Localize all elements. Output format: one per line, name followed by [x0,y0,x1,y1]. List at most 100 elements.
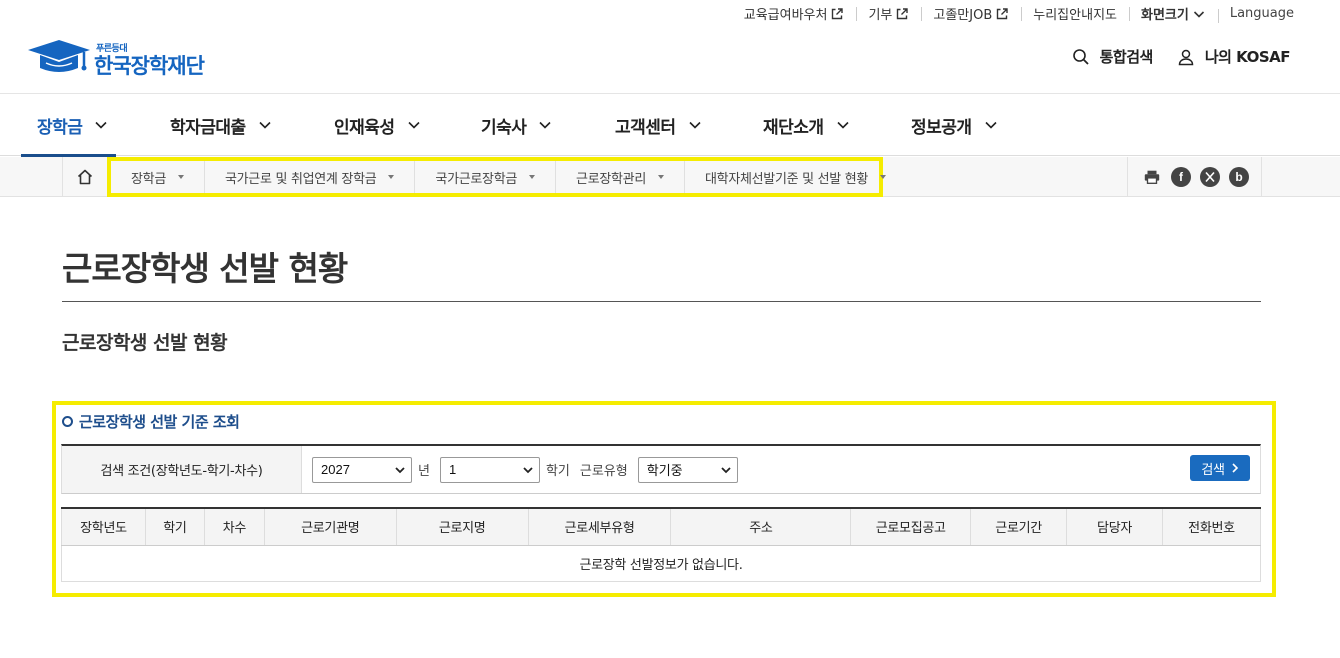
caret-down-icon [388,175,395,179]
chevron-down-icon [523,466,533,473]
user-icon [1178,49,1194,65]
caret-down-icon [880,175,887,179]
breadcrumb-label: 국가근로 및 취업연계 장학금 [224,171,377,187]
util-link-label: 누리집안내지도 [1033,8,1117,23]
blog-share-button[interactable]: b [1229,167,1249,187]
font-size-label: 화면크기 [1141,8,1189,23]
col-header: 차수 [203,507,265,546]
selection-criteria-section: 근로장학생 선발 기준 조회 검색 조건(장학년도-학기-차수) 2027 년 … [52,401,1276,597]
main-navigation: 장학금 학자금대출 인재육성 기숙사 고객센터 재단소개 정보공개 [0,93,1340,157]
caret-down-icon [658,175,664,179]
col-header: 근로기간 [970,507,1067,546]
work-type-label: 근로유형 [579,464,628,479]
util-link-voucher[interactable]: 교육급여바우처 [732,4,857,23]
external-link-icon [832,7,844,19]
breadcrumb-label: 장학금 [131,171,166,187]
breadcrumb-item-scholarship[interactable]: 장학금 [111,161,205,193]
gnb-label: 정보공개 [911,117,972,138]
caret-down-icon [177,175,184,179]
table-header-row: 장학년도 학기 차수 근로기관명 근로지명 근로세부유형 주소 근로모집공고 근… [61,507,1262,546]
home-button[interactable] [62,157,108,197]
language-menu[interactable]: Language [1217,6,1294,23]
gnb-item-talent[interactable]: 인재육성 [334,94,421,156]
col-header: 장학년도 [61,507,146,546]
util-link-label: 기부 [868,8,893,23]
year-suffix: 년 [418,464,430,479]
gnb-item-loan[interactable]: 학자금대출 [170,94,272,156]
x-icon [1205,171,1215,183]
util-link-label: 고졸만JOB [933,8,993,23]
breadcrumb-label: 대학자체선발기준 및 선발 현황 [705,171,869,187]
col-header: 근로세부유형 [527,507,671,546]
graduation-cap-logo-icon [28,40,90,72]
chevron-down-icon [1193,10,1204,18]
print-button[interactable] [1142,167,1162,187]
gnb-item-dormitory[interactable]: 기숙사 [481,94,552,156]
language-label: Language [1229,6,1294,21]
chevron-down-icon [539,121,551,129]
font-size-menu[interactable]: 화면크기 [1129,4,1218,23]
chevron-down-icon [407,121,420,129]
site-logo[interactable]: 푸른등대 한국장학재단 [26,36,205,78]
gnb-item-about[interactable]: 재단소개 [763,94,850,156]
breadcrumb-item-work-scholarship[interactable]: 국가근로장학금 [415,161,557,193]
facebook-icon: f [1179,170,1183,184]
semester-select-value: 1 [448,462,457,477]
integrated-search-button[interactable]: 통합검색 [1072,46,1153,67]
gnb-item-disclosure[interactable]: 정보공개 [911,94,998,156]
breadcrumb-bar: 장학금 국가근로 및 취업연계 장학금 국가근로장학금 근로장학관리 대학자체선… [0,157,1340,197]
breadcrumb-label: 국가근로장학금 [435,171,518,187]
gnb-label: 인재육성 [334,117,395,138]
util-link-donate[interactable]: 기부 [856,4,921,23]
breadcrumb-item-management[interactable]: 근로장학관리 [556,161,685,193]
page-title: 근로장학생 선발 현황 [62,249,348,288]
gnb-label: 재단소개 [763,117,824,138]
logo-name: 한국장학재단 [94,54,205,78]
search-button-label: 검색 [1201,462,1225,478]
chevron-down-icon [836,121,849,129]
breadcrumb-item-national-work[interactable]: 국가근로 및 취업연계 장학금 [205,161,416,193]
gnb-label: 고객센터 [615,117,676,138]
my-kosaf-label: 나의 KOSAF [1204,48,1291,66]
header-actions: 통합검색 나의 KOSAF [1048,46,1291,67]
chevron-down-icon [721,466,731,473]
search-icon [1072,48,1089,65]
logo-tagline: 푸른등대 [96,44,128,54]
empty-message: 근로장학 선발정보가 없습니다. [61,545,1261,582]
chevron-right-icon [1232,463,1238,473]
x-share-button[interactable] [1200,167,1220,187]
chevron-down-icon [984,121,997,129]
title-divider [62,301,1261,302]
caret-down-icon [529,175,536,179]
search-fields: 2027 년 1 학기 근로유형 학기중 검색 [302,446,1260,493]
bullet-circle-icon [62,416,73,427]
share-tools: f b [1127,157,1262,197]
chevron-down-icon [395,466,405,473]
gnb-item-customer[interactable]: 고객센터 [615,94,702,156]
home-icon [77,169,93,185]
year-select[interactable]: 2027 [312,456,412,483]
search-label: 통합검색 [1099,48,1154,66]
work-type-select[interactable]: 학기중 [637,456,738,483]
semester-select[interactable]: 1 [439,456,540,483]
page-subtitle: 근로장학생 선발 현황 [62,332,228,354]
facebook-share-button[interactable]: f [1171,167,1191,187]
gnb-label: 장학금 [37,117,83,138]
col-header: 담당자 [1066,507,1163,546]
breadcrumb-item-selection[interactable]: 대학자체선발기준 및 선발 현황 [685,161,906,193]
util-link-sitemap[interactable]: 누리집안내지도 [1021,4,1129,23]
col-header: 학기 [144,507,205,546]
year-select-value: 2027 [321,462,350,477]
search-button[interactable]: 검색 [1190,455,1250,481]
external-link-icon [897,7,909,19]
my-kosaf-button[interactable]: 나의 KOSAF [1177,46,1291,67]
col-header: 근로지명 [395,507,529,546]
col-header: 근로모집공고 [850,507,971,546]
gnb-item-scholarship[interactable]: 장학금 [20,94,117,157]
util-link-job[interactable]: 고졸만JOB [921,4,1021,23]
work-type-select-value: 학기중 [646,463,683,478]
col-header: 전화번호 [1161,507,1262,546]
utility-bar: 교육급여바우처 기부 고졸만JOB 누리집안내지도 화면크기 Language [0,0,1340,30]
chevron-down-icon [688,121,701,129]
section-heading-text: 근로장학생 선발 기준 조회 [79,413,240,431]
